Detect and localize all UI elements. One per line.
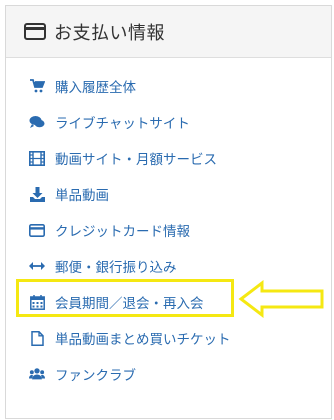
menu-item-purchase-history[interactable]: 購入履歴全体 [6,68,331,104]
menu-item-bulk-ticket[interactable]: 単品動画まとめ買いチケット [6,320,331,356]
menu-item-single-video[interactable]: 単品動画 [6,176,331,212]
menu-item-label: クレジットカード情報 [55,224,190,240]
menu-item-bank-transfer[interactable]: 郵便・銀行振り込み [6,248,331,284]
chat-icon [29,114,45,130]
panel-header: お支払い情報 [6,6,331,58]
users-icon [29,366,45,382]
panel-title: お支払い情報 [54,22,165,44]
menu-item-label: 会員期間／退会・再入会 [55,296,204,312]
credit-card-icon [24,23,46,41]
menu-item-label: 動画サイト・月額サービス [55,152,217,168]
menu-item-fan-club[interactable]: ファンクラブ [6,356,331,392]
download-icon [29,186,45,202]
arrows-horizontal-icon [29,258,45,274]
credit-card-icon [29,222,45,238]
menu-item-label: ファンクラブ [55,368,136,384]
menu-item-video-monthly[interactable]: 動画サイト・月額サービス [6,140,331,176]
cart-icon [29,78,45,94]
payment-info-panel: お支払い情報 購入履歴全体 ライブチャットサイト 動画サイト・月額サービス 単品… [5,5,332,419]
payment-menu: 購入履歴全体 ライブチャットサイト 動画サイト・月額サービス 単品動画 クレジッ… [6,68,331,392]
film-icon [29,150,45,166]
calendar-icon [29,294,45,310]
menu-item-label: 単品動画まとめ買いチケット [55,332,231,348]
menu-item-label: 郵便・銀行振り込み [55,260,177,276]
menu-item-live-chat[interactable]: ライブチャットサイト [6,104,331,140]
file-icon [29,330,45,346]
menu-item-credit-card[interactable]: クレジットカード情報 [6,212,331,248]
menu-item-membership-period[interactable]: 会員期間／退会・再入会 [6,284,331,320]
menu-item-label: 購入履歴全体 [55,80,136,96]
menu-item-label: ライブチャットサイト [55,116,190,132]
menu-item-label: 単品動画 [55,188,109,204]
